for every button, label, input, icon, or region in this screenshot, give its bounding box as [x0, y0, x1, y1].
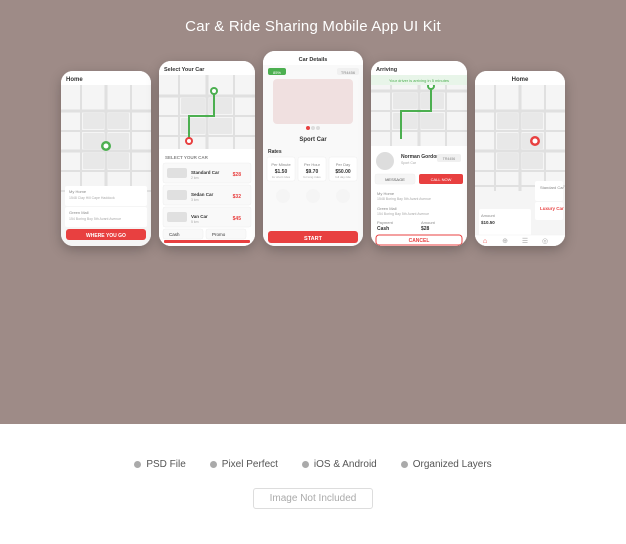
svg-text:for long rides: for long rides: [303, 175, 321, 179]
svg-text:Cash: Cash: [169, 232, 180, 237]
svg-text:Amount: Amount: [481, 213, 496, 218]
bullet-pixel: [210, 461, 217, 468]
svg-text:$32: $32: [233, 194, 242, 200]
phone-screen-4: Arriving Your driver is arriving in 5 mi…: [371, 61, 467, 246]
svg-text:full day ride: full day ride: [335, 175, 351, 179]
svg-text:Green Mall: Green Mall: [377, 206, 397, 211]
svg-text:⌂: ⌂: [483, 238, 487, 245]
svg-text:Promo: Promo: [212, 232, 226, 237]
phone-select-car: Select Your Car SELECT YOUR CAR Standard…: [159, 61, 255, 246]
main-container: Car & Ride Sharing Mobile App UI Kit: [0, 0, 626, 544]
svg-text:3 km: 3 km: [191, 198, 199, 202]
svg-text:$45: $45: [233, 216, 242, 222]
feature-ios-android: iOS & Android: [302, 459, 377, 470]
svg-text:Standard Car: Standard Car: [540, 185, 564, 190]
svg-text:Per Minute: Per Minute: [271, 162, 291, 167]
svg-text:1548 Clay Hill Cape Haddock: 1548 Clay Hill Cape Haddock: [69, 196, 115, 200]
phone-screen-5: Home Standard Car Luxury Car Amount $10.…: [475, 71, 565, 246]
svg-text:☰: ☰: [522, 238, 528, 245]
svg-text:CANCEL: CANCEL: [409, 238, 430, 244]
svg-text:Green Mall: Green Mall: [69, 210, 89, 215]
svg-text:MESSAGE: MESSAGE: [385, 177, 405, 182]
feature-pixel-label: Pixel Perfect: [222, 459, 278, 470]
svg-text:Standard Car: Standard Car: [191, 170, 220, 175]
svg-text:Payment: Payment: [377, 220, 394, 225]
phone-home-map2: Home Standard Car Luxury Car Amount $10.…: [475, 71, 565, 246]
svg-text:SELECT YOUR CAR: SELECT YOUR CAR: [165, 155, 209, 160]
svg-text:$28: $28: [421, 226, 430, 232]
svg-text:Your driver is arriving in 5 m: Your driver is arriving in 5 minutes: [389, 78, 449, 83]
bullet-psd: [134, 461, 141, 468]
svg-text:Sedan Car: Sedan Car: [191, 192, 214, 197]
svg-text:◎: ◎: [542, 238, 548, 245]
svg-text:Sport Car: Sport Car: [401, 161, 417, 165]
svg-text:2 km: 2 km: [191, 176, 199, 180]
feature-organized-layers: Organized Layers: [401, 459, 492, 470]
phone-screen-3: Car Details 85% TR4456: [263, 51, 363, 246]
svg-text:⊕: ⊕: [502, 238, 508, 245]
svg-text:1548 Boring Bay 5th Avant Aven: 1548 Boring Bay 5th Avant Avenue: [377, 197, 431, 201]
bullet-ios: [302, 461, 309, 468]
phones-row: Home My Home 1548 Clay Hill Cape Haddock…: [61, 51, 565, 246]
feature-psd-label: PSD File: [146, 459, 185, 470]
features-row: PSD File Pixel Perfect iOS & Android Org…: [134, 459, 491, 470]
svg-text:Per Day: Per Day: [336, 162, 350, 167]
svg-text:Rates: Rates: [268, 149, 282, 155]
svg-text:154 Boring Bay 5th Avant Avenu: 154 Boring Bay 5th Avant Avenue: [377, 212, 429, 216]
svg-text:My Home: My Home: [69, 189, 87, 194]
feature-ios-label: iOS & Android: [314, 459, 377, 470]
svg-text:Home: Home: [512, 77, 529, 83]
svg-text:Car Details: Car Details: [299, 57, 328, 63]
svg-text:Cash: Cash: [377, 226, 389, 232]
svg-text:Home: Home: [66, 77, 83, 83]
svg-text:Sport Car: Sport Car: [299, 137, 327, 143]
image-not-included-label: Image Not Included: [253, 488, 374, 509]
svg-text:TR4456: TR4456: [443, 157, 456, 161]
bullet-layers: [401, 461, 408, 468]
svg-text:CALL NOW: CALL NOW: [431, 177, 452, 182]
feature-psd-file: PSD File: [134, 459, 185, 470]
svg-text:TR4456: TR4456: [341, 70, 356, 75]
phone-screen-1: Home My Home 1548 Clay Hill Cape Haddock…: [61, 71, 151, 246]
svg-text:154 Boring Boy 5th Avant Avenu: 154 Boring Boy 5th Avant Avenue: [69, 217, 121, 221]
svg-text:Select Your Car: Select Your Car: [164, 67, 205, 73]
svg-text:Per Hour: Per Hour: [304, 162, 321, 167]
page-title: Car & Ride Sharing Mobile App UI Kit: [185, 18, 441, 35]
feature-layers-label: Organized Layers: [413, 459, 492, 470]
svg-text:$10.50: $10.50: [481, 220, 495, 225]
phone-screen-2: Select Your Car SELECT YOUR CAR Standard…: [159, 61, 255, 246]
feature-pixel-perfect: Pixel Perfect: [210, 459, 278, 470]
phone-home-map: Home My Home 1548 Clay Hill Cape Haddock…: [61, 71, 151, 246]
svg-text:$28: $28: [233, 172, 242, 178]
svg-text:Arriving: Arriving: [376, 67, 397, 73]
svg-text:My Home: My Home: [377, 191, 395, 196]
svg-text:WHERE YOU GO: WHERE YOU GO: [86, 233, 126, 239]
phone-car-details: Car Details 85% TR4456: [263, 51, 363, 246]
top-section: Car & Ride Sharing Mobile App UI Kit: [0, 0, 626, 424]
bottom-section: PSD File Pixel Perfect iOS & Android Org…: [0, 424, 626, 544]
phone-arriving: Arriving Your driver is arriving in 5 mi…: [371, 61, 467, 246]
svg-text:for short rides: for short rides: [272, 175, 291, 179]
svg-text:85%: 85%: [273, 70, 281, 75]
svg-text:Amount: Amount: [421, 220, 436, 225]
svg-text:Norman Gordon: Norman Gordon: [401, 154, 439, 160]
svg-text:Van Car: Van Car: [191, 214, 208, 219]
svg-text:5 km: 5 km: [191, 220, 199, 224]
svg-text:Luxury Car: Luxury Car: [540, 206, 564, 211]
svg-text:START: START: [304, 236, 323, 242]
